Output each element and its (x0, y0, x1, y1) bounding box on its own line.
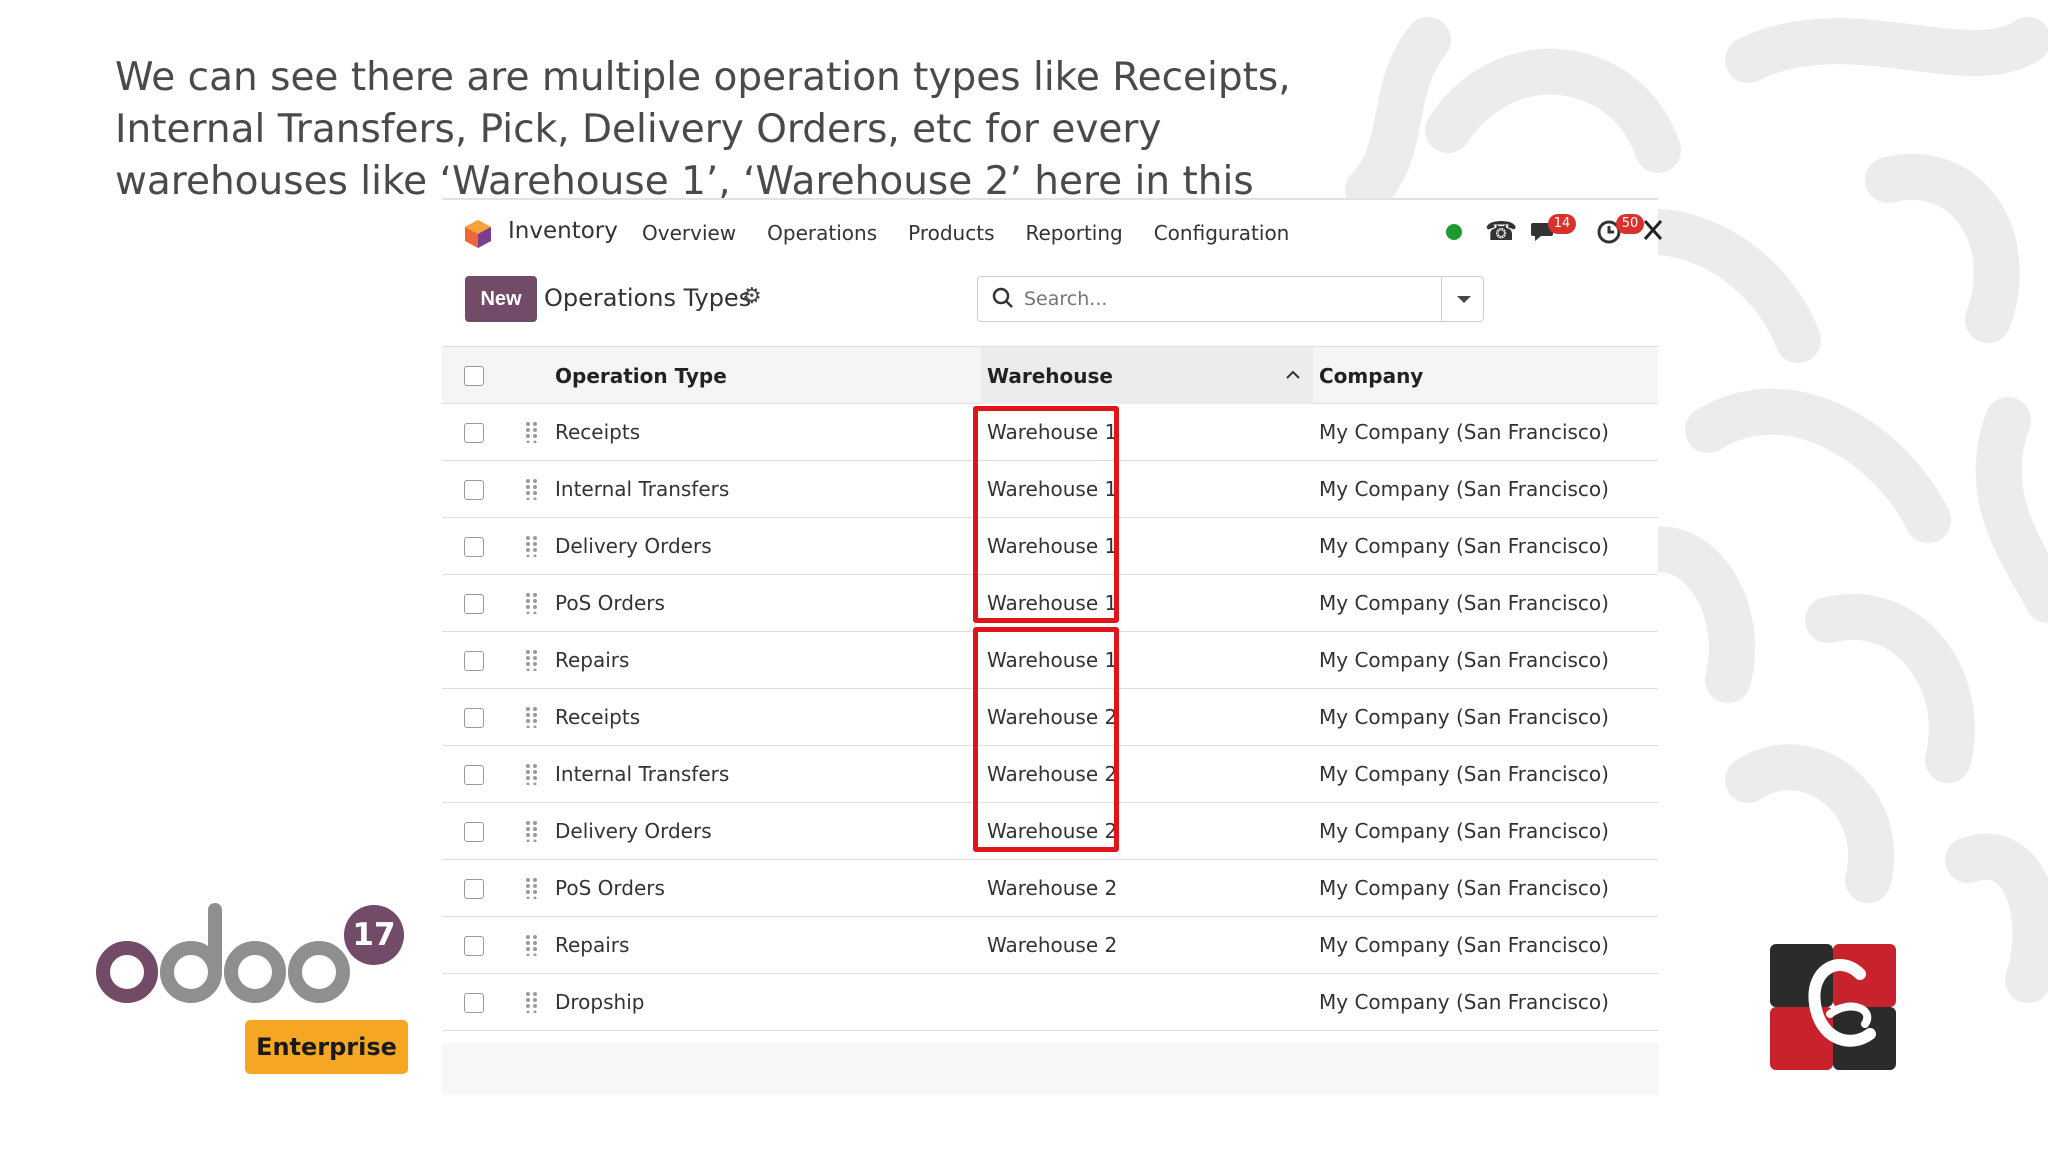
cell-operation-type: Receipts (555, 420, 641, 444)
cell-operation-type: Receipts (555, 705, 641, 729)
select-all-checkbox[interactable] (464, 366, 484, 386)
row-checkbox[interactable] (464, 993, 484, 1013)
row-checkbox[interactable] (464, 879, 484, 899)
drag-handle-icon[interactable] (525, 763, 539, 785)
page-title[interactable]: Operations Types (544, 284, 751, 312)
gear-icon[interactable]: ⚙ (742, 284, 762, 309)
row-checkbox[interactable] (464, 822, 484, 842)
list-footer (442, 1043, 1658, 1095)
table-row[interactable]: Repairs Warehouse 2 My Company (San Franci… (442, 917, 1658, 974)
inventory-app-icon[interactable] (464, 219, 492, 249)
slide-caption: We can see there are multiple operation … (115, 55, 1291, 202)
cell-company: My Company (San Francisco) (1319, 876, 1609, 900)
drag-handle-icon[interactable] (525, 991, 539, 1013)
odoo-app-screenshot: Inventory Overview Operations Products R… (442, 198, 1663, 1095)
cell-company: My Company (San Francisco) (1319, 990, 1609, 1014)
row-checkbox[interactable] (464, 594, 484, 614)
row-checkbox[interactable] (464, 480, 484, 500)
search-bar (977, 276, 1484, 322)
systray: ☎ 14 50 (1398, 214, 1663, 250)
drag-handle-icon[interactable] (525, 877, 539, 899)
drag-handle-icon[interactable] (525, 478, 539, 500)
menu-overview[interactable]: Overview (642, 221, 736, 245)
table-row[interactable]: Dropship My Company (San Francisco) (442, 974, 1658, 1031)
row-checkbox[interactable] (464, 423, 484, 443)
cell-operation-type: Delivery Orders (555, 819, 712, 843)
sort-ascending-icon[interactable] (1285, 367, 1301, 383)
cell-operation-type: PoS Orders (555, 591, 665, 615)
row-checkbox[interactable] (464, 936, 484, 956)
row-checkbox[interactable] (464, 708, 484, 728)
top-navbar: Inventory Overview Operations Products R… (442, 200, 1663, 264)
online-status-icon (1446, 224, 1462, 240)
drag-handle-icon[interactable] (525, 649, 539, 671)
warehouse-2-highlight (973, 627, 1119, 852)
menu-products[interactable]: Products (908, 221, 994, 245)
cell-company: My Company (San Francisco) (1319, 591, 1609, 615)
drag-handle-icon[interactable] (525, 820, 539, 842)
cell-operation-type: Internal Transfers (555, 477, 730, 501)
cell-operation-type: Repairs (555, 933, 630, 957)
table-row[interactable]: PoS Orders Warehouse 2 My Company (San Fra… (442, 860, 1658, 917)
cell-warehouse: Warehouse 2 (987, 933, 1118, 957)
debug-tools-icon[interactable] (1642, 218, 1664, 248)
search-options-dropdown[interactable] (1441, 277, 1483, 321)
drag-handle-icon[interactable] (525, 592, 539, 614)
cell-company: My Company (San Francisco) (1319, 534, 1609, 558)
table-header: Operation Type Warehouse Company (442, 346, 1658, 404)
warehouse-1-highlight (973, 406, 1119, 623)
cell-warehouse: Warehouse 2 (987, 876, 1118, 900)
cell-company: My Company (San Francisco) (1319, 762, 1609, 786)
new-button[interactable]: New (465, 276, 537, 322)
menu-configuration[interactable]: Configuration (1154, 221, 1290, 245)
cell-operation-type: PoS Orders (555, 876, 665, 900)
activities-badge: 50 (1616, 214, 1644, 234)
row-checkbox[interactable] (464, 537, 484, 557)
cell-company: My Company (San Francisco) (1319, 819, 1609, 843)
column-operation-type[interactable]: Operation Type (555, 347, 727, 404)
drag-handle-icon[interactable] (525, 934, 539, 956)
main-menu: Overview Operations Products Reporting C… (642, 221, 1320, 245)
enterprise-badge: Enterprise (245, 1020, 408, 1074)
cell-company: My Company (San Francisco) (1319, 648, 1609, 672)
app-name[interactable]: Inventory (508, 218, 618, 244)
cell-operation-type: Dropship (555, 990, 645, 1014)
search-icon (992, 287, 1013, 308)
cell-operation-type: Delivery Orders (555, 534, 712, 558)
messages-badge: 14 (1548, 214, 1576, 234)
cell-company: My Company (San Francisco) (1319, 705, 1609, 729)
cell-operation-type: Internal Transfers (555, 762, 730, 786)
drag-handle-icon[interactable] (525, 535, 539, 557)
drag-handle-icon[interactable] (525, 706, 539, 728)
search-input[interactable] (1024, 285, 1424, 313)
menu-operations[interactable]: Operations (767, 221, 877, 245)
column-company[interactable]: Company (1319, 347, 1423, 404)
row-checkbox[interactable] (464, 651, 484, 671)
cell-company: My Company (San Francisco) (1319, 420, 1609, 444)
phone-icon[interactable]: ☎ (1485, 218, 1517, 246)
menu-reporting[interactable]: Reporting (1025, 221, 1122, 245)
version-badge: 17 (344, 905, 404, 965)
row-checkbox[interactable] (464, 765, 484, 785)
cell-company: My Company (San Francisco) (1319, 477, 1609, 501)
column-warehouse[interactable]: Warehouse (987, 347, 1113, 404)
control-panel: New Operations Types ⚙ (442, 264, 1658, 346)
cell-operation-type: Repairs (555, 648, 630, 672)
company-logo (1770, 944, 1896, 1070)
drag-handle-icon[interactable] (525, 421, 539, 443)
cell-company: My Company (San Francisco) (1319, 933, 1609, 957)
